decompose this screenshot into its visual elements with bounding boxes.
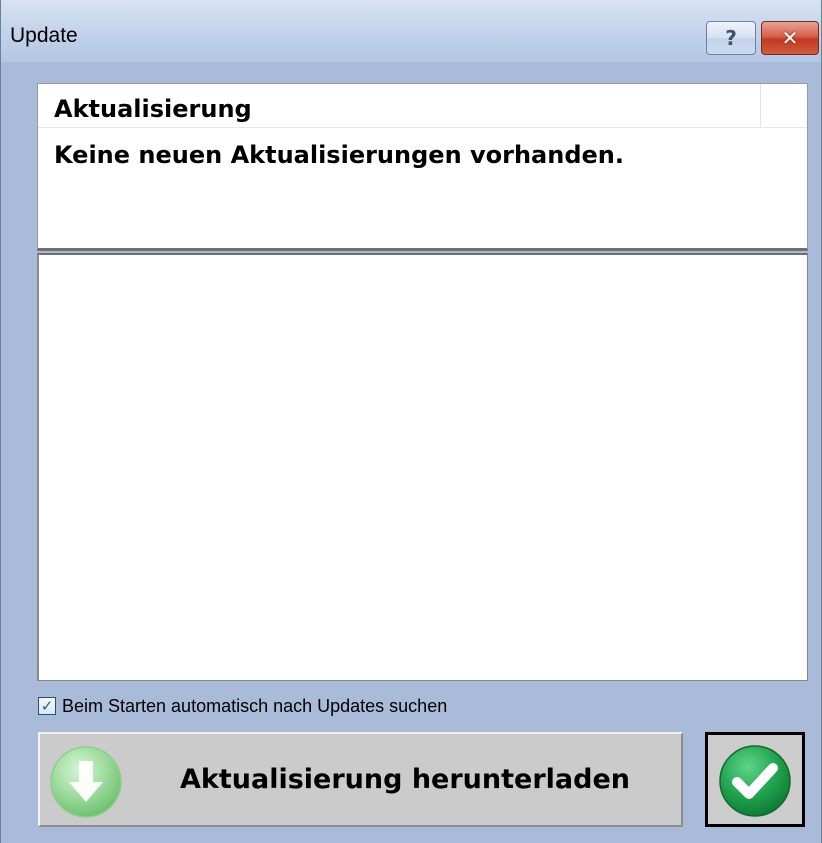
help-icon: ? — [725, 26, 737, 50]
info-header: Aktualisierung — [38, 84, 807, 128]
update-info-panel: Aktualisierung Keine neuen Aktualisierun… — [37, 83, 808, 251]
checkbox-check-icon: ✓ — [40, 696, 54, 715]
auto-check-checkbox[interactable]: ✓ — [38, 697, 56, 715]
download-arrow-icon — [50, 746, 122, 818]
download-update-button[interactable]: Aktualisierung herunterladen — [38, 732, 683, 827]
info-message: Keine neuen Aktualisierungen vorhanden. — [54, 141, 624, 169]
help-button[interactable]: ? — [706, 21, 756, 55]
window-title: Update — [10, 24, 78, 47]
checkmark-icon — [719, 745, 791, 817]
info-title: Aktualisierung — [54, 95, 252, 123]
update-details-area[interactable] — [37, 253, 808, 681]
close-icon: ✕ — [781, 26, 799, 50]
title-bar[interactable]: Update ? ✕ — [1, 0, 821, 62]
close-button[interactable]: ✕ — [761, 21, 819, 55]
update-dialog: Update ? ✕ Aktualisierung Keine neuen Ak… — [0, 0, 822, 843]
ok-button[interactable] — [705, 732, 805, 827]
auto-check-row[interactable]: ✓ Beim Starten automatisch nach Updates … — [38, 693, 447, 719]
header-divider — [760, 84, 761, 127]
auto-check-label[interactable]: Beim Starten automatisch nach Updates su… — [62, 695, 447, 717]
download-button-label: Aktualisierung herunterladen — [180, 764, 630, 795]
